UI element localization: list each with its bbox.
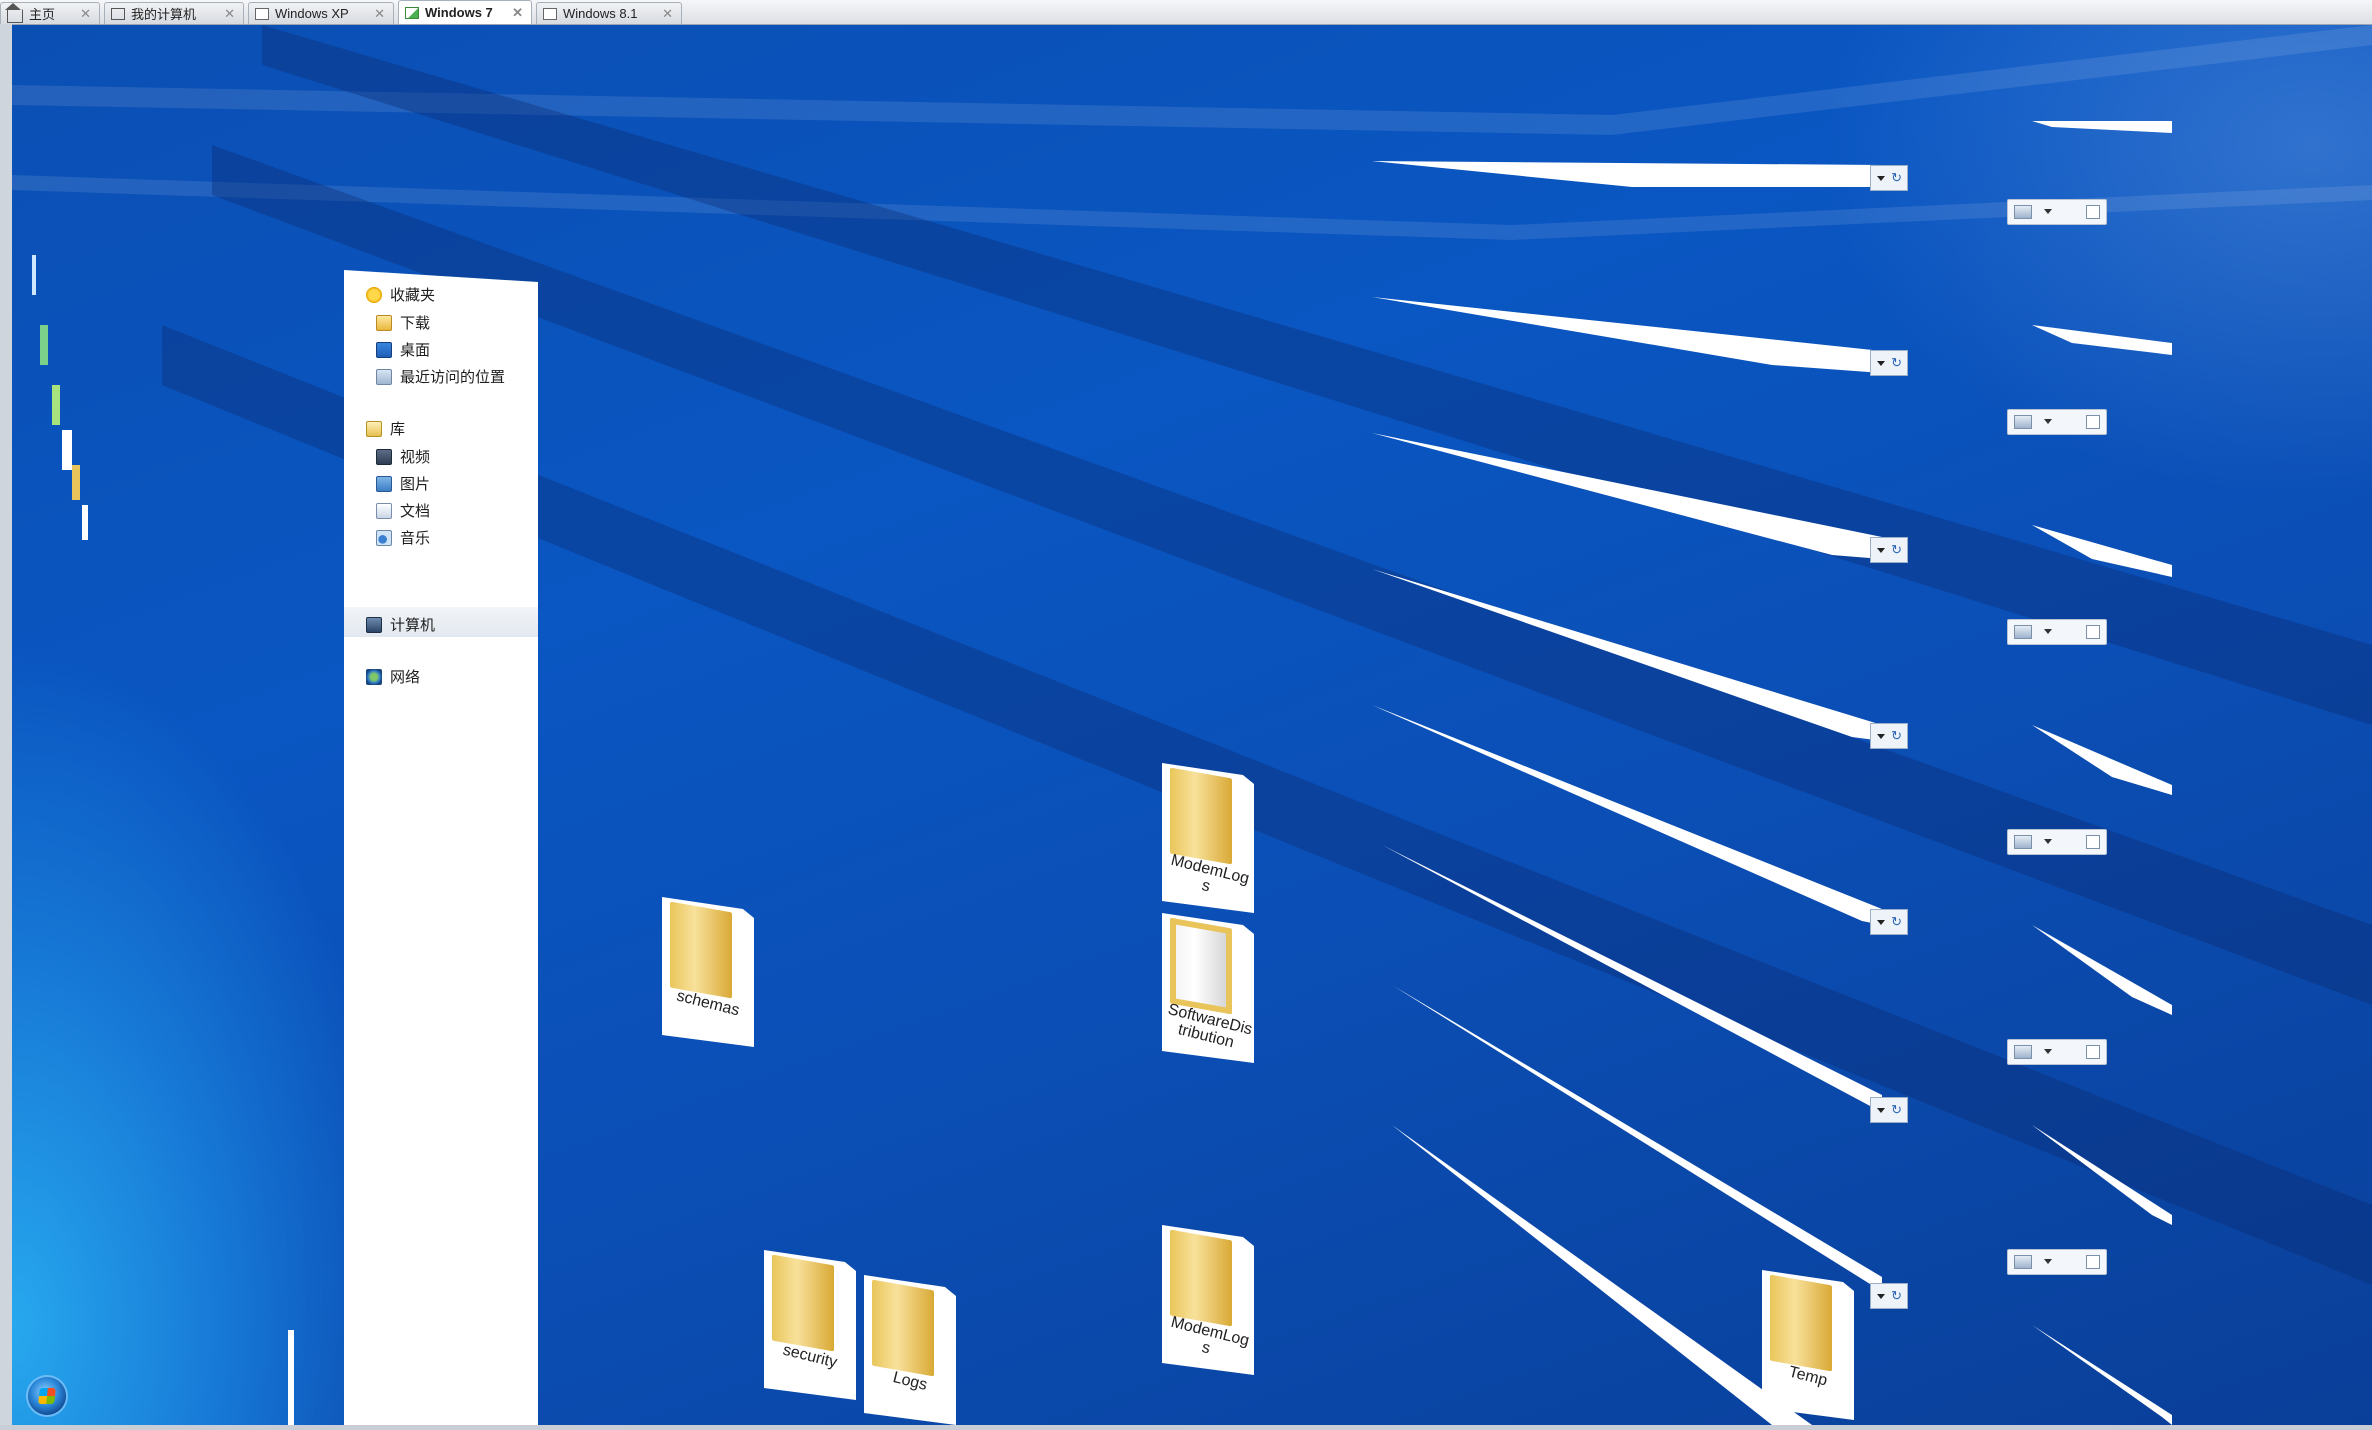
vm-running-icon xyxy=(405,6,419,19)
folder-icon xyxy=(1170,767,1232,865)
start-button[interactable] xyxy=(28,1377,66,1415)
view-options-toolbar[interactable] xyxy=(2007,409,2107,435)
view-options-toolbar[interactable] xyxy=(2007,199,2107,225)
refresh-icon[interactable]: ↻ xyxy=(1891,729,1902,743)
chevron-down-icon xyxy=(2044,839,2052,844)
refresh-icon[interactable]: ↻ xyxy=(1891,1103,1902,1117)
preview-pane-icon[interactable] xyxy=(2086,1255,2100,1269)
vm-icon xyxy=(543,7,557,20)
chevron-down-icon xyxy=(1877,361,1885,366)
view-options-icon xyxy=(2014,205,2032,219)
vm-frame-left xyxy=(0,24,12,1426)
tab-label: 我的计算机 xyxy=(131,7,197,22)
folder-item[interactable]: Temp xyxy=(1762,1270,1854,1420)
close-icon[interactable]: ✕ xyxy=(364,6,385,22)
close-icon[interactable]: ✕ xyxy=(652,6,673,22)
close-icon[interactable]: ✕ xyxy=(502,5,523,21)
address-dropdown[interactable]: ↻ xyxy=(1870,723,1908,749)
folder-icon xyxy=(1170,917,1232,1015)
view-options-toolbar[interactable] xyxy=(2007,829,2107,855)
guest-desktop[interactable]: 收藏夹 下载 桌面 最近访问的位置 库 视频 图片 文档 音乐 计算机 网络 ↻… xyxy=(12,25,2372,1425)
preview-pane-icon[interactable] xyxy=(2086,1045,2100,1059)
view-options-icon xyxy=(2014,625,2032,639)
folder-icon xyxy=(1170,1229,1232,1327)
address-dropdown[interactable]: ↻ xyxy=(1870,1283,1908,1309)
preview-pane-icon[interactable] xyxy=(2086,835,2100,849)
folder-icon xyxy=(670,901,732,999)
view-options-icon xyxy=(2014,835,2032,849)
preview-pane-icon[interactable] xyxy=(2086,205,2100,219)
vm-frame-bottom xyxy=(0,1425,2372,1430)
tab-label: Windows 8.1 xyxy=(563,6,638,21)
chevron-down-icon xyxy=(2044,1259,2052,1264)
chevron-down-icon xyxy=(1877,548,1885,553)
folder-item[interactable]: ModemLogs xyxy=(1162,763,1254,913)
vm-icon xyxy=(255,7,269,20)
home-icon xyxy=(5,2,23,23)
view-options-toolbar[interactable] xyxy=(2007,619,2107,645)
address-dropdown[interactable]: ↻ xyxy=(1870,909,1908,935)
preview-pane-icon[interactable] xyxy=(2086,415,2100,429)
monitor-icon xyxy=(111,7,125,20)
refresh-icon[interactable]: ↻ xyxy=(1891,356,1902,370)
tab-windows-7[interactable]: Windows 7 ✕ xyxy=(398,0,532,24)
folder-item[interactable]: schemas xyxy=(662,897,754,1047)
tab-windows-8-1[interactable]: Windows 8.1 ✕ xyxy=(536,2,682,24)
close-icon[interactable]: ✕ xyxy=(214,6,235,22)
refresh-icon[interactable]: ↻ xyxy=(1891,915,1902,929)
chevron-down-icon xyxy=(1877,920,1885,925)
chevron-down-icon xyxy=(1877,176,1885,181)
chevron-down-icon xyxy=(2044,1049,2052,1054)
folder-item[interactable]: security xyxy=(764,1250,856,1400)
folder-icon xyxy=(1770,1274,1832,1372)
tab-label: Windows XP xyxy=(275,6,349,21)
tab-label: 主页 xyxy=(29,7,56,22)
chevron-down-icon xyxy=(2044,629,2052,634)
view-options-toolbar[interactable] xyxy=(2007,1039,2107,1065)
address-dropdown[interactable]: ↻ xyxy=(1870,1097,1908,1123)
folder-icon xyxy=(772,1254,834,1352)
preview-pane-icon[interactable] xyxy=(2086,625,2100,639)
view-options-icon xyxy=(2014,1045,2032,1059)
refresh-icon[interactable]: ↻ xyxy=(1891,543,1902,557)
chevron-down-icon xyxy=(1877,734,1885,739)
view-options-icon xyxy=(2014,1255,2032,1269)
refresh-icon[interactable]: ↻ xyxy=(1891,1289,1902,1303)
address-dropdown[interactable]: ↻ xyxy=(1870,537,1908,563)
tab-my-computer[interactable]: 我的计算机 ✕ xyxy=(104,2,244,24)
chevron-down-icon xyxy=(1877,1108,1885,1113)
chevron-down-icon xyxy=(2044,419,2052,424)
address-bar-streaks xyxy=(1372,121,2172,1425)
address-dropdown[interactable]: ↻ xyxy=(1870,165,1908,191)
refresh-icon[interactable]: ↻ xyxy=(1891,171,1902,185)
folder-item[interactable]: SoftwareDistribution xyxy=(1162,913,1254,1063)
close-icon[interactable]: ✕ xyxy=(70,6,91,22)
tab-label: Windows 7 xyxy=(425,5,493,20)
view-options-toolbar[interactable] xyxy=(2007,1249,2107,1275)
tab-home[interactable]: 主页 ✕ xyxy=(0,2,100,24)
folder-icon xyxy=(872,1279,934,1377)
folder-item[interactable]: Logs xyxy=(864,1275,956,1425)
tab-windows-xp[interactable]: Windows XP ✕ xyxy=(248,2,394,24)
folder-item[interactable]: ModemLogs xyxy=(1162,1225,1254,1375)
view-options-icon xyxy=(2014,415,2032,429)
address-dropdown[interactable]: ↻ xyxy=(1870,350,1908,376)
windows-logo-icon xyxy=(38,1388,56,1404)
chevron-down-icon xyxy=(2044,209,2052,214)
chevron-down-icon xyxy=(1877,1294,1885,1299)
vm-tab-bar: 主页 ✕ 我的计算机 ✕ Windows XP ✕ Windows 7 ✕ Wi… xyxy=(0,0,2372,25)
